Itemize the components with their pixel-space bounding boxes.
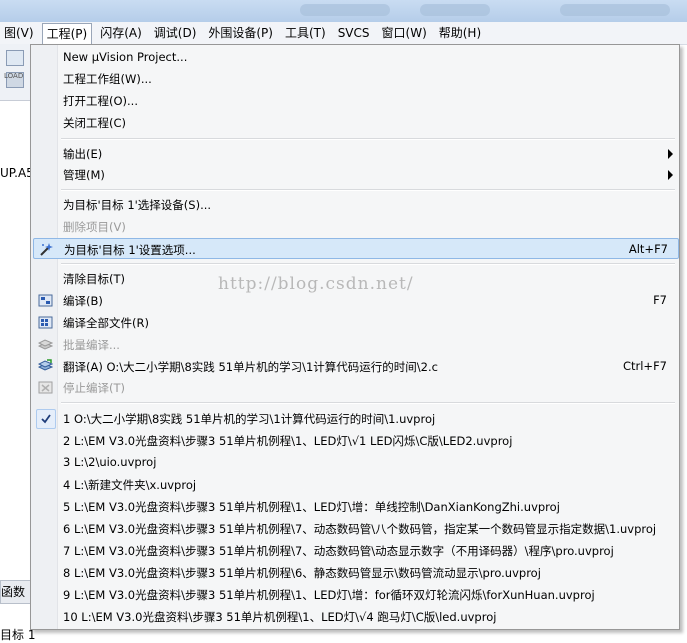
menu-item-label: 删除项目(V) [63, 220, 126, 234]
menu-item-label: 编译全部文件(R) [63, 316, 149, 330]
submenu-arrow-icon [668, 170, 673, 180]
project-menu-item-13[interactable]: 翻译(A) O:\大二小学期\8实践 51单片机的学习\1计算代码运行的时间\2… [33, 356, 677, 377]
recent-project-label: 10 L:\EM V3.0光盘资料\步骤3 51单片机例程\1、LED灯\√4 … [63, 610, 497, 624]
recent-project-item-9[interactable]: 9 L:\EM V3.0光盘资料\步骤3 51单片机例程\1、LED灯\增：fo… [33, 584, 677, 605]
recent-project-item-5[interactable]: 5 L:\EM V3.0光盘资料\步骤3 51单片机例程\1、LED灯\增：单线… [33, 496, 677, 517]
menu-item-label: 为目标'目标 1'选择设备(S)... [63, 198, 212, 212]
recent-project-item-7[interactable]: 7 L:\EM V3.0光盘资料\步骤3 51单片机例程\7、动态数码管\动态显… [33, 540, 677, 561]
recent-project-label: 5 L:\EM V3.0光盘资料\步骤3 51单片机例程\1、LED灯\增：单线… [63, 500, 560, 514]
recent-project-label: 1 O:\大二小学期\8实践 51单片机的学习\1计算代码运行的时间\1.uvp… [63, 412, 436, 426]
copy-icon[interactable] [6, 50, 24, 66]
watermark: http://blog.csdn.net/ [218, 274, 414, 294]
project-menu-item-3[interactable]: 关闭工程(C) [33, 112, 677, 133]
recent-project-item-3[interactable]: 3 L:\2\uio.uvproj [33, 452, 677, 473]
menu-separator [61, 189, 675, 191]
project-menu-item-8[interactable]: 为目标'目标 1'设置选项... Alt+F7 [33, 238, 679, 259]
load-label: LOAD [4, 72, 24, 80]
recent-project-item-6[interactable]: 6 L:\EM V3.0光盘资料\步骤3 51单片机例程\7、动态数码管\八个数… [33, 518, 677, 539]
menu-item-shortcut: Ctrl+F7 [622, 359, 667, 373]
menubar-item-1[interactable]: 工程(P) [41, 22, 93, 45]
batch-build-icon [37, 337, 54, 351]
menu-separator [61, 263, 675, 265]
project-menu-item-5[interactable]: 管理(M) [33, 164, 677, 185]
recent-project-label: 4 L:\新建文件夹\x.uvproj [63, 478, 197, 492]
build-icon [38, 293, 53, 307]
menu-item-label: 翻译(A) O:\大二小学期\8实践 51单片机的学习\1计算代码运行的时间\2… [63, 360, 438, 374]
menu-item-label: 批量编译... [63, 338, 120, 352]
recent-project-label: 9 L:\EM V3.0光盘资料\步骤3 51单片机例程\1、LED灯\增：fo… [63, 588, 595, 602]
menu-item-shortcut: Alt+F7 [628, 242, 668, 256]
recent-project-item-10[interactable]: 10 L:\EM V3.0光盘资料\步骤3 51单片机例程\1、LED灯\√4 … [33, 606, 677, 627]
recent-project-item-4[interactable]: 4 L:\新建文件夹\x.uvproj [33, 474, 677, 495]
menu-item-label: 关闭工程(C) [63, 116, 127, 130]
menu-item-label: New µVision Project... [63, 50, 188, 64]
menu-separator [61, 138, 675, 140]
menu-item-shortcut: F7 [653, 293, 667, 307]
menu-separator [61, 402, 675, 404]
checkmark-icon [36, 409, 56, 429]
menubar-item-5[interactable]: 工具(T) [281, 23, 330, 43]
project-menu-item-14: 停止编译(T) [33, 377, 677, 398]
recent-project-label: 6 L:\EM V3.0光盘资料\步骤3 51单片机例程\7、动态数码管\八个数… [63, 522, 657, 536]
menubar-item-3[interactable]: 调试(D) [150, 23, 201, 43]
functions-tab[interactable]: 函数 [0, 580, 32, 604]
menubar-item-8[interactable]: 帮助(H) [435, 23, 485, 43]
project-menu-item-4[interactable]: 输出(E) [33, 143, 677, 164]
menubar-item-7[interactable]: 窗口(W) [378, 23, 431, 43]
menu-item-label: 输出(E) [63, 147, 103, 161]
menu-item-label: 编译(B) [63, 294, 103, 308]
menu-item-label: 清除目标(T) [63, 272, 125, 286]
menubar-item-2[interactable]: 闪存(A) [96, 23, 146, 43]
menubar-item-0[interactable]: 图(V) [0, 23, 38, 43]
menu-item-label: 为目标'目标 1'设置选项... [64, 243, 196, 257]
project-menu-item-6[interactable]: 为目标'目标 1'选择设备(S)... [33, 194, 677, 215]
recent-project-item-2[interactable]: 2 L:\EM V3.0光盘资料\步骤3 51单片机例程\1、LED灯\√1 L… [33, 430, 677, 451]
menu-item-label: 管理(M) [63, 168, 105, 182]
recent-project-label: 3 L:\2\uio.uvproj [63, 455, 157, 469]
translate-icon [37, 359, 54, 373]
project-menu-item-7: 删除项目(V) [33, 216, 677, 237]
project-menu-item-1[interactable]: 工程工作组(W)... [33, 68, 677, 89]
title-bar [0, 0, 687, 22]
recent-project-item-1[interactable]: 1 O:\大二小学期\8实践 51单片机的学习\1计算代码运行的时间\1.uvp… [33, 408, 677, 429]
recent-project-label: 2 L:\EM V3.0光盘资料\步骤3 51单片机例程\1、LED灯\√1 L… [63, 434, 513, 448]
menu-item-label: 打开工程(O)... [63, 94, 138, 108]
project-menu-dropdown: New µVision Project... 工程工作组(W)... 打开工程(O)… [30, 44, 680, 630]
magic-wand-icon [39, 242, 54, 256]
recent-project-item-8[interactable]: 8 L:\EM V3.0光盘资料\步骤3 51单片机例程\6、静态数码管显示\数… [33, 562, 677, 583]
project-menu-item-0[interactable]: New µVision Project... [33, 47, 677, 68]
stop-build-icon [38, 380, 53, 394]
rebuild-icon [38, 315, 53, 329]
menu-item-label: 工程工作组(W)... [63, 72, 152, 86]
recent-project-label: 7 L:\EM V3.0光盘资料\步骤3 51单片机例程\7、动态数码管\动态显… [63, 544, 614, 558]
submenu-arrow-icon [668, 149, 673, 159]
menu-item-label: 停止编译(T) [63, 381, 125, 395]
project-menu-item-12: 批量编译... [33, 334, 677, 355]
project-menu-item-11[interactable]: 编译全部文件(R) [33, 312, 677, 333]
menubar-item-6[interactable]: SVCS [334, 23, 374, 43]
menubar-item-4[interactable]: 外围设备(P) [204, 23, 277, 43]
project-menu-item-2[interactable]: 打开工程(O)... [33, 90, 677, 111]
menu-bar: 图(V) 工程(P) 闪存(A) 调试(D) 外围设备(P) 工具(T) SVCS 窗口(W)… [0, 22, 687, 45]
recent-project-label: 8 L:\EM V3.0光盘资料\步骤3 51单片机例程\6、静态数码管显示\数… [63, 566, 541, 580]
